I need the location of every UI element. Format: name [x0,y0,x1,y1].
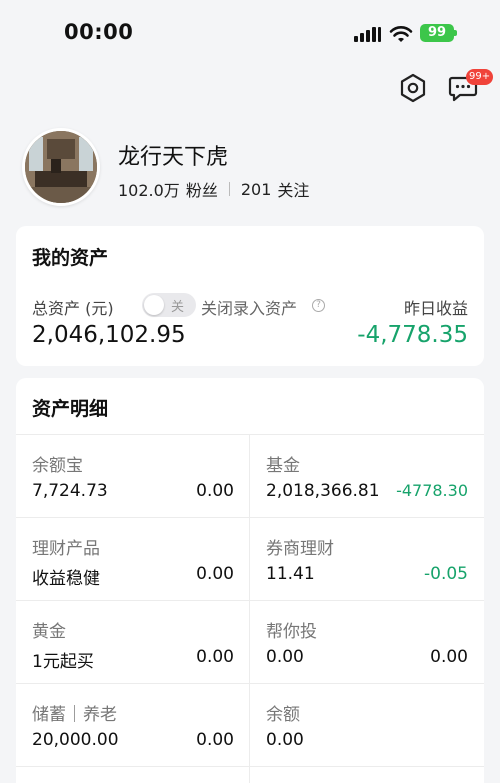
settings-hex-icon[interactable] [398,72,428,104]
fans-count[interactable]: 102.0万 [118,177,180,201]
total-assets-value: 2,046,102.95 [32,322,186,348]
asset-cell-wealth-products[interactable]: 理财产品 收益稳健 0.00 [16,518,250,601]
asset-name: 余额宝 [32,456,83,476]
help-icon[interactable]: ? [312,299,325,312]
yesterday-income-value: -4,778.35 [357,322,468,348]
following-count[interactable]: 201 [241,180,272,199]
toggle-knob [144,295,164,315]
asset-income: 0.00 [196,564,234,584]
asset-cell-gold[interactable]: 黄金 1元起买 0.00 [16,601,250,684]
asset-cell-yuebao[interactable]: 余额宝 7,724.73 0.00 [16,435,250,518]
asset-income: -0.05 [424,564,468,584]
asset-name: 券商理财 [266,539,334,559]
record-assets-toggle[interactable]: 关 [142,293,196,317]
asset-cell-balance[interactable]: 余额 0.00 [250,684,484,767]
status-time: 00:00 [64,20,134,44]
battery-icon: 99 [420,24,454,42]
message-badge: 99+ [466,69,494,85]
asset-amount: 11.41 [266,564,315,584]
assets-title: 我的资产 [32,247,109,269]
asset-amount: 7,724.73 [32,481,108,501]
asset-cell-savings-pension[interactable]: 储蓄｜养老 20,000.00 0.00 [16,684,250,767]
profile-stats: 102.0万 粉丝 201 关注 [118,177,309,201]
asset-cell-broker-wealth[interactable]: 券商理财 11.41 -0.05 [250,518,484,601]
asset-details-card: 资产明细 余额宝 7,724.73 0.00 基金 2,018,366.81 -… [16,378,484,783]
asset-amount: 0.00 [266,730,304,750]
signal-icon [354,26,382,42]
asset-cell-fund[interactable]: 基金 2,018,366.81 -4778.30 [250,435,484,518]
asset-name: 黄金 [32,622,66,642]
yesterday-income-label: 昨日收益 [403,299,468,318]
asset-name: 理财产品 [32,539,100,559]
asset-income: 0.00 [430,647,468,667]
asset-name: 基金 [266,456,300,476]
asset-income: -4778.30 [396,481,468,500]
asset-income: 0.00 [196,481,234,501]
wifi-icon [389,26,413,42]
asset-cell-help-invest[interactable]: 帮你投 0.00 0.00 [250,601,484,684]
asset-amount: 1元起买 [32,652,94,672]
following-label[interactable]: 关注 [277,177,309,201]
stats-divider [228,182,230,196]
asset-income: 0.00 [196,647,234,667]
username: 龙行天下虎 [118,145,229,170]
asset-name: 帮你投 [266,622,317,642]
asset-amount: 2,018,366.81 [266,481,380,501]
total-assets-label: 总资产 (元) [32,299,114,318]
battery-cap [454,30,457,36]
asset-amount: 20,000.00 [32,730,119,750]
avatar[interactable] [22,128,100,206]
fans-label[interactable]: 粉丝 [186,177,218,201]
details-title: 资产明细 [32,398,109,420]
my-assets-card: 我的资产 总资产 (元) 关 关闭录入资产 ? 2,046,102.95 昨日收… [16,226,484,366]
asset-name: 储蓄｜养老 [32,705,117,725]
toggle-description: 关闭录入资产 [201,299,298,318]
status-bar: 00:00 99 [0,0,500,68]
asset-income: 0.00 [196,730,234,750]
asset-amount: 0.00 [266,647,304,667]
asset-name: 余额 [266,705,300,725]
toggle-text: 关 [171,300,185,315]
asset-amount: 收益稳健 [32,569,100,589]
